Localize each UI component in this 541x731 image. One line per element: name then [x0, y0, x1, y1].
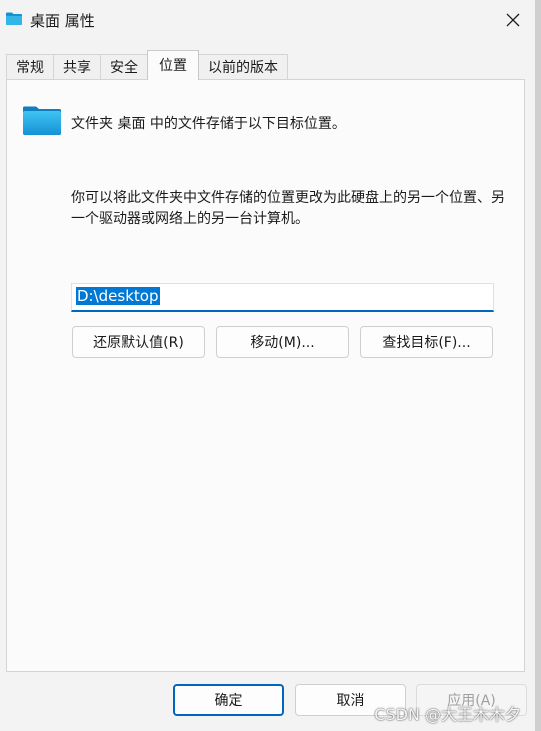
cancel-button[interactable]: 取消 — [295, 684, 406, 716]
move-button[interactable]: 移动(M)... — [216, 326, 349, 358]
tab-security[interactable]: 安全 — [100, 54, 148, 80]
location-panel: 文件夹 桌面 中的文件存储于以下目标位置。 你可以将此文件夹中文件存储的位置更改… — [6, 79, 525, 672]
properties-window: 桌面 属性 常规 共享 安全 位置 以前的版本 文件夹 桌面 中的文件存储于以下… — [0, 0, 541, 731]
location-path-input[interactable]: D:\desktop — [71, 283, 494, 312]
close-icon — [506, 13, 520, 27]
restore-default-button[interactable]: 还原默认值(R) — [72, 326, 205, 358]
apply-button[interactable]: 应用(A) — [416, 684, 527, 716]
tab-location[interactable]: 位置 — [147, 50, 199, 80]
folder-icon — [6, 12, 22, 25]
path-value: D:\desktop — [76, 287, 160, 305]
title-bar[interactable]: 桌面 属性 — [0, 0, 535, 40]
ok-button[interactable]: 确定 — [173, 684, 284, 716]
window-title: 桌面 属性 — [30, 12, 95, 30]
tab-sharing[interactable]: 共享 — [53, 54, 101, 80]
find-target-button[interactable]: 查找目标(F)... — [360, 326, 493, 358]
folder-icon — [23, 106, 61, 135]
tab-bar: 常规 共享 安全 位置 以前的版本 — [6, 50, 288, 80]
close-button[interactable] — [499, 6, 527, 34]
target-description: 文件夹 桌面 中的文件存储于以下目标位置。 — [71, 116, 346, 132]
tab-general[interactable]: 常规 — [6, 54, 54, 80]
location-explanation: 你可以将此文件夹中文件存储的位置更改为此硬盘上的另一个位置、另一个驱动器或网络上… — [71, 190, 505, 227]
tab-previous-versions[interactable]: 以前的版本 — [198, 54, 288, 80]
